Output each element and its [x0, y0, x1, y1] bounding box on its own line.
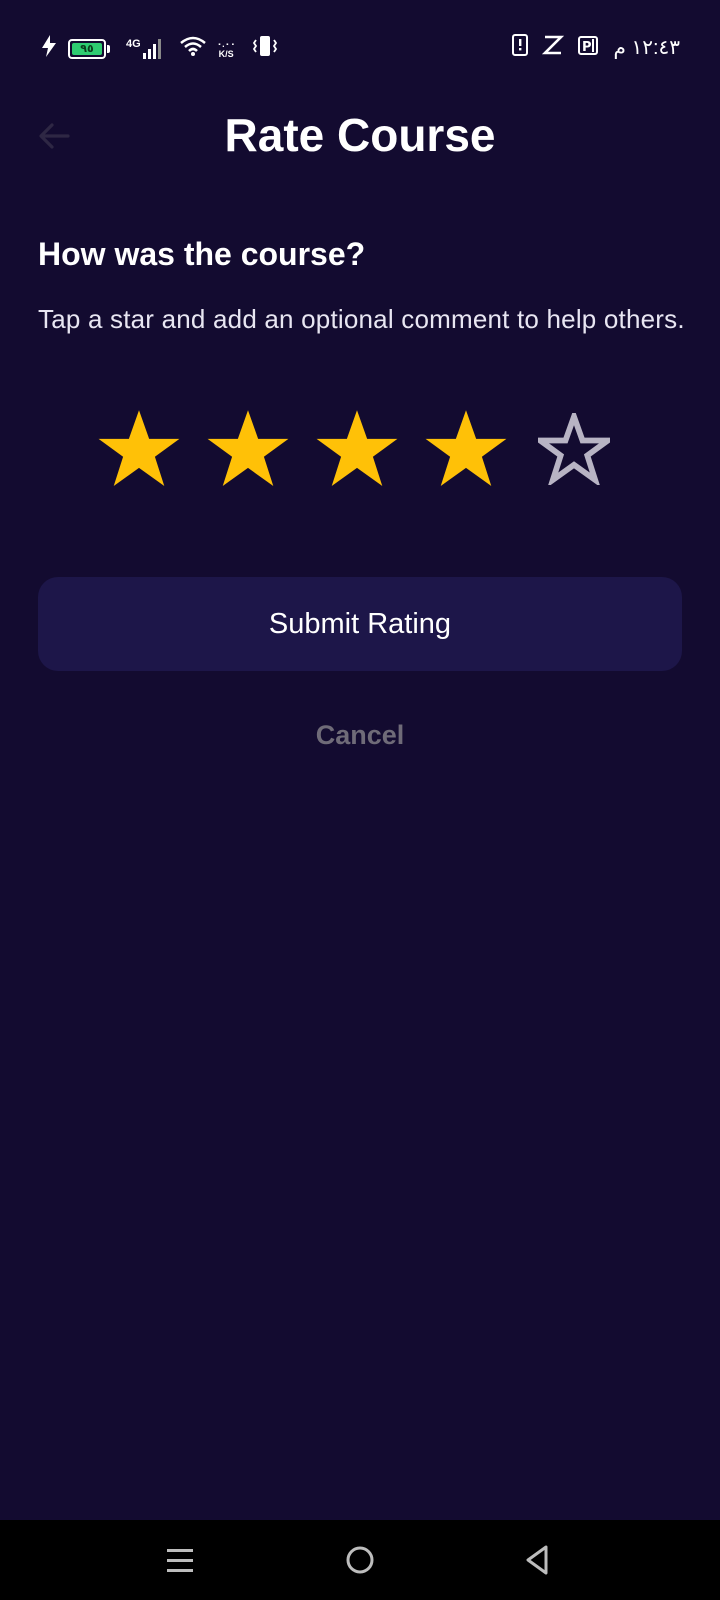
star-button-1[interactable] — [96, 406, 182, 492]
page-title: Rate Course — [224, 109, 496, 161]
rate-course-screen: ٩٥ 4G ٠.٠٠ K/S P ١٢:٤٣ م Rate Course How… — [0, 0, 720, 1600]
submit-rating-button[interactable]: Submit Rating — [38, 577, 682, 671]
phone-alert-icon — [511, 34, 528, 61]
back-nav-button[interactable] — [520, 1542, 556, 1578]
speed-value: ٠.٠٠ — [216, 38, 236, 49]
network-type: 4G — [126, 37, 141, 50]
star-button-5[interactable] — [532, 406, 616, 492]
home-button[interactable] — [342, 1542, 378, 1578]
star-filled-icon — [98, 410, 180, 486]
charging-icon — [40, 34, 58, 63]
z-app-icon — [541, 34, 564, 61]
svg-text:P: P — [582, 40, 592, 55]
home-circle-icon — [346, 1546, 374, 1574]
star-button-3[interactable] — [314, 406, 400, 492]
speed-unit: K/S — [218, 48, 234, 59]
vibrate-icon — [252, 35, 278, 62]
status-bar: ٩٥ 4G ٠.٠٠ K/S P ١٢:٤٣ م — [0, 28, 720, 68]
rating-help-text: Tap a star and add an optional comment t… — [38, 304, 685, 334]
star-button-2[interactable] — [205, 406, 291, 492]
system-nav-bar — [0, 1520, 720, 1600]
cancel-button[interactable]: Cancel — [0, 720, 720, 751]
cellular-signal-icon: 4G — [126, 37, 161, 59]
rating-question: How was the course? — [38, 236, 366, 272]
parking-app-icon: P — [577, 34, 600, 61]
star-filled-icon — [425, 410, 507, 486]
wifi-icon — [179, 35, 207, 62]
triangle-back-icon — [526, 1545, 548, 1575]
clock: ١٢:٤٣ م — [613, 37, 680, 59]
star-outline-icon — [538, 413, 610, 485]
battery-icon: ٩٥ — [68, 38, 110, 59]
star-filled-icon — [316, 410, 398, 486]
status-bar-left: ٩٥ 4G ٠.٠٠ K/S — [40, 34, 278, 63]
recent-apps-button[interactable] — [162, 1542, 198, 1578]
battery-level: ٩٥ — [80, 43, 94, 55]
menu-lines-icon — [167, 1549, 193, 1572]
star-button-4[interactable] — [423, 406, 509, 492]
network-speed: ٠.٠٠ K/S — [217, 39, 236, 59]
status-bar-right: P ١٢:٤٣ م — [511, 34, 680, 61]
star-rating — [96, 406, 616, 496]
app-header: Rate Course — [0, 100, 720, 170]
star-filled-icon — [207, 410, 289, 486]
